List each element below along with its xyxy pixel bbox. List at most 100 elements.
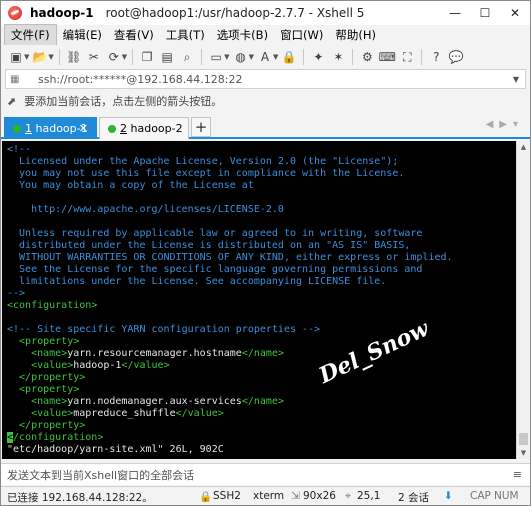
- num-lock-indicator: NUM: [494, 490, 519, 502]
- disconnect-icon[interactable]: ✂: [85, 48, 103, 66]
- xftp-icon[interactable]: ✦: [309, 48, 327, 66]
- reconnect-icon[interactable]: ⟳: [105, 48, 123, 66]
- copy-icon[interactable]: ❐: [138, 48, 156, 66]
- maximize-button[interactable]: ☐: [470, 1, 500, 25]
- toolbar-separator: [132, 49, 134, 65]
- resize-icon: ⇲: [291, 490, 300, 502]
- menu-lines-icon[interactable]: ≡: [513, 468, 522, 481]
- connection-status: 已连接 192.168.44.128:22。: [7, 492, 153, 504]
- terminal-line: <name>yarn.resourcemanager.hostname</nam…: [31, 348, 284, 359]
- address-bar[interactable]: ▦ ssh://root:******@192.168.44.128:22 ▼: [5, 69, 526, 89]
- hint-bar: ⬈ 要添加当前会话，点击左侧的箭头按钮。: [1, 90, 530, 112]
- terminal-line: <!--: [7, 144, 32, 155]
- terminal-line: WITHOUT WARRANTIES OR CONDITIONS OF ANY …: [7, 252, 453, 263]
- keyboard-icon[interactable]: ⌨: [378, 48, 396, 66]
- font-icon[interactable]: A: [256, 48, 274, 66]
- terminal-line: <value>mapreduce_shuffle</value>: [31, 408, 224, 419]
- window-title-path: root@hadoop1:/usr/hadoop-2.7.7 - Xshell …: [105, 6, 365, 20]
- minimize-button[interactable]: —: [440, 1, 470, 25]
- tab-hadoop-1[interactable]: 1 hadoop-1 ✕: [4, 117, 97, 139]
- status-bar: 已连接 192.168.44.128:22。 🔒 SSH2 xterm ⇲ 90…: [1, 486, 530, 505]
- tab-label: hadoop-2: [130, 122, 183, 135]
- arrow-pin-icon[interactable]: ⬈: [7, 95, 16, 108]
- terminal-line: <property>: [7, 384, 80, 395]
- terminal-line: </property>: [7, 420, 86, 431]
- hint-text: 要添加当前会话，点击左侧的箭头按钮。: [24, 95, 223, 108]
- chat-icon[interactable]: 💬: [447, 48, 465, 66]
- terminal-line: you may not use this file except in comp…: [7, 168, 405, 179]
- lock-icon[interactable]: 🔒: [280, 48, 298, 66]
- menu-tab[interactable]: 选项卡(B): [211, 25, 274, 45]
- connected-status-icon: [108, 124, 116, 133]
- open-dropdown-icon[interactable]: ▼: [48, 53, 53, 61]
- session-count: 2 会话: [398, 492, 430, 504]
- terminal-line: See the License for the specific languag…: [7, 264, 423, 275]
- open-folder-icon[interactable]: 📂: [31, 48, 49, 66]
- send-text-bar[interactable]: 发送文本到当前Xshell窗口的全部会话 ≡: [1, 463, 530, 485]
- menu-file[interactable]: 文件(F): [4, 24, 57, 46]
- terminal-line: limitations under the License. See accom…: [7, 276, 387, 287]
- terminal-output[interactable]: <!-- Licensed under the Apache License, …: [2, 141, 516, 459]
- scroll-up-icon[interactable]: ▲: [517, 141, 530, 153]
- address-dropdown-icon[interactable]: ▼: [513, 75, 519, 84]
- tab-nav-arrows[interactable]: ◀▶▾: [486, 119, 524, 130]
- font-dropdown-icon[interactable]: ▼: [273, 53, 278, 61]
- terminal-icon[interactable]: ▭: [207, 48, 225, 66]
- scroll-thumb[interactable]: [519, 433, 528, 445]
- link-icon[interactable]: ⛓: [65, 48, 83, 66]
- xmanager-icon[interactable]: ✶: [329, 48, 347, 66]
- terminal-line: <configuration>: [7, 300, 98, 311]
- terminal-line: </configuration>: [7, 432, 104, 443]
- terminal-line: </property>: [7, 372, 86, 383]
- send-text-placeholder[interactable]: 发送文本到当前Xshell窗口的全部会话: [7, 467, 194, 483]
- bookmark-icon[interactable]: ▦: [10, 74, 24, 85]
- paste-icon[interactable]: ▤: [158, 48, 176, 66]
- toolbar: ▣ ▼ 📂 ▼ ⛓ ✂ ⟳ ▼ ❐ ▤ ⌕ ▭ ▼ ◍ ▼ A ▼ 🔒 ✦ ✶ ⚙ ⌨ ⛶ …: [1, 45, 530, 69]
- download-icon[interactable]: ⬇: [444, 490, 453, 502]
- script-icon[interactable]: ⚙: [358, 48, 376, 66]
- find-icon[interactable]: ⌕: [178, 48, 196, 66]
- globe-icon[interactable]: ◍: [232, 48, 250, 66]
- fullscreen-icon[interactable]: ⛶: [398, 48, 416, 66]
- terminal-scrollbar[interactable]: ▲ ▼: [516, 141, 530, 459]
- title-bar: hadoop-1 root@hadoop1:/usr/hadoop-2.7.7 …: [1, 1, 530, 25]
- protocol-lock-icon: 🔒: [199, 491, 213, 503]
- toolbar-separator: [58, 49, 60, 65]
- window-controls: — ☐ ✕: [440, 1, 530, 25]
- tab-close-icon[interactable]: ✕: [79, 122, 88, 135]
- toolbar-separator: [421, 49, 423, 65]
- terminal-line: distributed under the License is distrib…: [7, 240, 411, 251]
- cursor-position: 25,1: [357, 490, 381, 502]
- tab-number: 2: [120, 122, 127, 135]
- xshell-logo-icon: [8, 6, 22, 20]
- reconnect-dropdown-icon[interactable]: ▼: [122, 53, 127, 61]
- menu-tools[interactable]: 工具(T): [160, 25, 211, 45]
- toolbar-separator: [303, 49, 305, 65]
- scroll-down-icon[interactable]: ▼: [517, 447, 530, 459]
- tab-hadoop-2[interactable]: 2 hadoop-2: [99, 117, 189, 139]
- terminal-line: <!-- Site specific YARN configuration pr…: [7, 324, 321, 335]
- toolbar-separator: [352, 49, 354, 65]
- terminal-line: Unless required by applicable law or agr…: [7, 228, 423, 239]
- terminal-line: "etc/hadoop/yarn-site.xml" 26L, 902C: [7, 444, 224, 455]
- add-tab-button[interactable]: +: [191, 117, 211, 137]
- cursor-position-icon: ⌖: [345, 490, 351, 502]
- terminal-line: Licensed under the Apache License, Versi…: [7, 156, 399, 167]
- menu-help[interactable]: 帮助(H): [329, 25, 382, 45]
- help-icon[interactable]: ?: [427, 48, 445, 66]
- menu-view[interactable]: 查看(V): [108, 25, 160, 45]
- window-title-host: hadoop-1: [30, 6, 94, 20]
- toolbar-separator: [201, 49, 203, 65]
- xshell-window: hadoop-1 root@hadoop1:/usr/hadoop-2.7.7 …: [0, 0, 531, 506]
- protocol-text: SSH2: [213, 490, 241, 502]
- new-session-dropdown-icon[interactable]: ▼: [24, 53, 29, 61]
- menu-window[interactable]: 窗口(W): [274, 25, 329, 45]
- globe-dropdown-icon[interactable]: ▼: [249, 53, 254, 61]
- terminal-line: <name>yarn.nodemanager.aux-services</nam…: [31, 396, 284, 407]
- new-session-icon[interactable]: ▣: [7, 48, 25, 66]
- close-button[interactable]: ✕: [500, 1, 530, 25]
- terminal-dropdown-icon[interactable]: ▼: [224, 53, 229, 61]
- menu-edit[interactable]: 编辑(E): [57, 25, 108, 45]
- address-text[interactable]: ssh://root:******@192.168.44.128:22: [38, 73, 243, 86]
